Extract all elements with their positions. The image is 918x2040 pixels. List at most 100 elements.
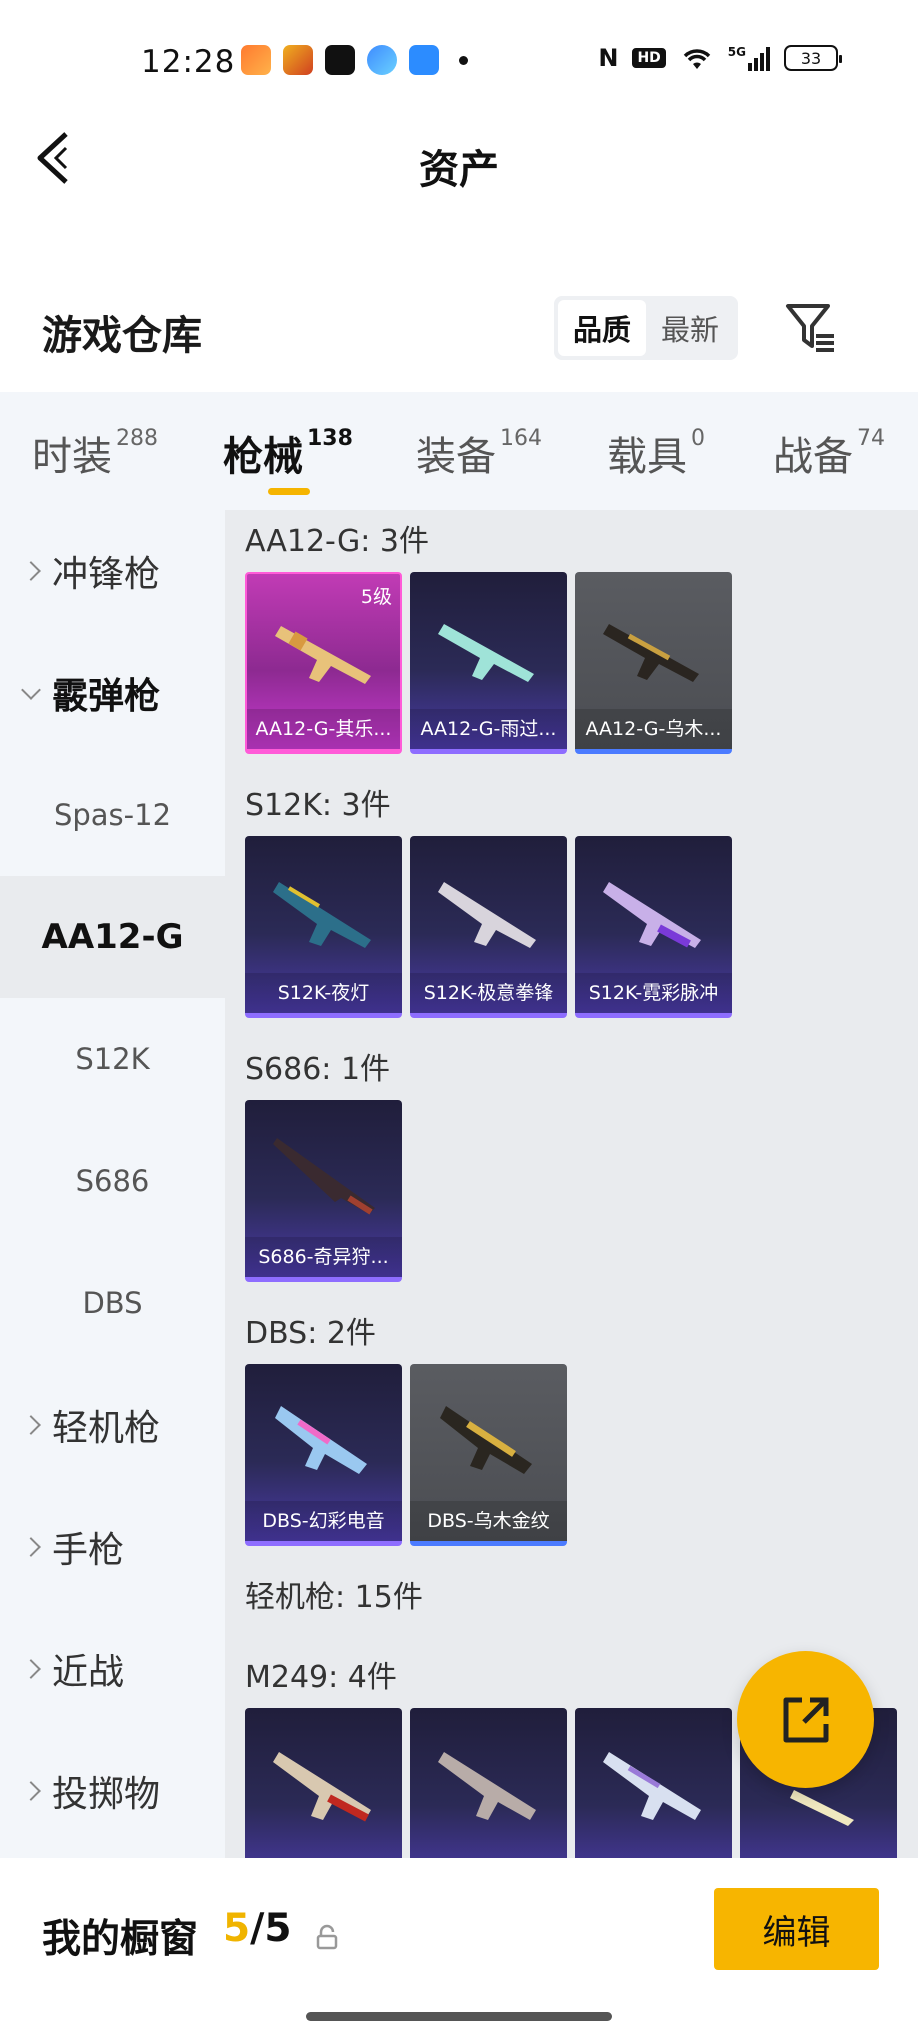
tab-equipment[interactable]: 装备 164 (416, 424, 542, 482)
sidebar-sub-s686[interactable]: S686 (0, 1120, 225, 1242)
sidebar-sub-label: Spas-12 (53, 798, 172, 832)
tablet-app-icon (409, 45, 439, 75)
lock-icon (316, 1924, 338, 1950)
tab-weapons[interactable]: 枪械 138 (223, 424, 353, 482)
sidebar-item-label: 近战 (52, 1652, 125, 1693)
weapon-card[interactable] (245, 1708, 402, 1858)
weapon-card[interactable]: S12K-夜灯 (245, 836, 402, 1018)
weapon-card[interactable]: AA12-G-乌木... (575, 572, 732, 754)
sort-toggle: 品质 最新 (554, 296, 738, 360)
sidebar-item-label: 投掷物 (52, 1774, 161, 1815)
tab-vehicles[interactable]: 载具 0 (607, 424, 705, 482)
sidebar-item-throwables[interactable]: 投掷物 (0, 1730, 225, 1852)
chevron-right-icon (21, 561, 41, 581)
sidebar-item-lmg[interactable]: 轻机枪 (0, 1364, 225, 1486)
showcase-title: 我的橱窗 (42, 1917, 199, 1962)
tab-count: 138 (307, 426, 353, 451)
filter-button[interactable] (782, 300, 842, 360)
showcase-count-current: 5 (223, 1906, 251, 1951)
tab-label: 装备 (416, 434, 496, 480)
page-title: 资产 (419, 147, 499, 193)
status-indicators: N HD 5G 33 (598, 44, 842, 72)
shotgun-icon (603, 624, 699, 682)
filter-icon (786, 304, 834, 352)
sidebar-sub-label: S686 (75, 1164, 150, 1198)
showcase-count: 5/5 (223, 1906, 292, 1951)
group-title-s12k: S12K: 3件 (245, 788, 391, 823)
shotgun-icon (273, 1138, 375, 1215)
network-type: 5G (727, 45, 746, 59)
section-title: 游戏仓库 (42, 313, 202, 359)
sidebar-item-label: 轻机枪 (52, 1408, 161, 1449)
battery-icon: 33 (784, 45, 842, 71)
sort-by-newest[interactable]: 最新 (646, 300, 734, 356)
chevron-right-icon (21, 1415, 41, 1435)
sidebar-sub-aa12g[interactable]: AA12-G (0, 876, 225, 998)
weapon-card-label: S12K-极意拳锋 (410, 973, 567, 1013)
weapon-card-label: AA12-G-其乐... (247, 709, 400, 749)
game-app-icon (241, 45, 271, 75)
tab-count: 0 (691, 426, 705, 451)
weapon-card[interactable]: DBS-乌木金纹 (410, 1364, 567, 1546)
shotgun-icon (438, 624, 534, 682)
tab-count: 74 (857, 426, 885, 451)
wifi-icon (683, 49, 711, 69)
group-title-dbs: DBS: 2件 (245, 1316, 376, 1351)
tab-label: 战备 (773, 434, 853, 480)
status-time: 12:28 (141, 44, 236, 80)
weapon-category-sidebar: 冲锋枪 霰弹枪 Spas-12 AA12-G S12K S686 DBS 轻机枪… (0, 510, 225, 1858)
weapon-card-label: S12K-霓彩脉冲 (575, 973, 732, 1013)
machine-gun-icon (438, 1752, 536, 1820)
sort-by-quality[interactable]: 品质 (558, 300, 646, 356)
group-title-lmg: 轻机枪: 15件 (245, 1580, 423, 1615)
weapon-card[interactable]: DBS-幻彩电音 (245, 1364, 402, 1546)
shotgun-icon (275, 626, 371, 684)
sidebar-sub-s12k[interactable]: S12K (0, 998, 225, 1120)
weapon-card[interactable]: S12K-极意拳锋 (410, 836, 567, 1018)
group-title-aa12: AA12-G: 3件 (245, 524, 429, 559)
home-indicator[interactable] (306, 2012, 612, 2021)
machine-gun-icon (603, 1752, 701, 1820)
hd-icon: HD (632, 48, 666, 68)
machine-gun-icon (273, 1752, 371, 1822)
sidebar-sub-dbs[interactable]: DBS (0, 1242, 225, 1364)
tab-supplies[interactable]: 战备 74 (773, 424, 885, 482)
battery-level: 33 (800, 48, 822, 68)
weapon-card[interactable]: 5级 AA12-G-其乐... (245, 572, 402, 754)
sidebar-sub-spas12[interactable]: Spas-12 (0, 754, 225, 876)
chevron-right-icon (21, 1781, 41, 1801)
weapon-card[interactable]: S12K-霓彩脉冲 (575, 836, 732, 1018)
tab-count: 164 (500, 426, 542, 451)
chevron-right-icon (21, 1537, 41, 1557)
sidebar-item-melee[interactable]: 近战 (0, 1608, 225, 1730)
messenger-app-icon (367, 45, 397, 75)
sidebar-item-label: 手枪 (52, 1530, 125, 1571)
tab-label: 载具 (607, 434, 687, 480)
weapon-card[interactable]: S686-奇异狩... (245, 1100, 402, 1282)
share-button[interactable] (737, 1651, 874, 1788)
weapon-card-label: S686-奇异狩... (245, 1237, 402, 1277)
sidebar-item-pistol[interactable]: 手枪 (0, 1486, 225, 1608)
weapon-card[interactable] (410, 1708, 567, 1858)
weapon-card[interactable]: AA12-G-雨过... (410, 572, 567, 754)
shotgun-icon (275, 1406, 367, 1474)
more-notifications-dot (459, 55, 468, 65)
shotgun-icon (273, 882, 371, 948)
chevron-down-icon (21, 680, 41, 700)
sidebar-item-label: 冲锋枪 (52, 554, 161, 595)
tab-count: 288 (116, 426, 158, 451)
tab-label: 时装 (32, 434, 112, 480)
tab-outfits[interactable]: 时装 288 (32, 424, 158, 482)
showcase-count-total: /5 (250, 1906, 292, 1951)
group-title-m249: M249: 4件 (245, 1660, 397, 1695)
status-bar: 12:28 N HD 5G 33 (0, 0, 918, 120)
weapon-card-label: AA12-G-乌木... (575, 709, 732, 749)
sidebar-item-shotgun[interactable]: 霰弹枪 (0, 632, 225, 754)
category-tabs: 时装 288 枪械 138 装备 164 载具 0 战备 74 (0, 392, 918, 510)
sidebar-item-smg[interactable]: 冲锋枪 (0, 510, 225, 632)
edit-button[interactable]: 编辑 (714, 1888, 879, 1970)
weapon-card-label: AA12-G-雨过... (410, 709, 567, 749)
peace-elite-app-icon (283, 45, 313, 75)
share-icon (783, 1697, 828, 1742)
weapon-card[interactable] (575, 1708, 732, 1858)
